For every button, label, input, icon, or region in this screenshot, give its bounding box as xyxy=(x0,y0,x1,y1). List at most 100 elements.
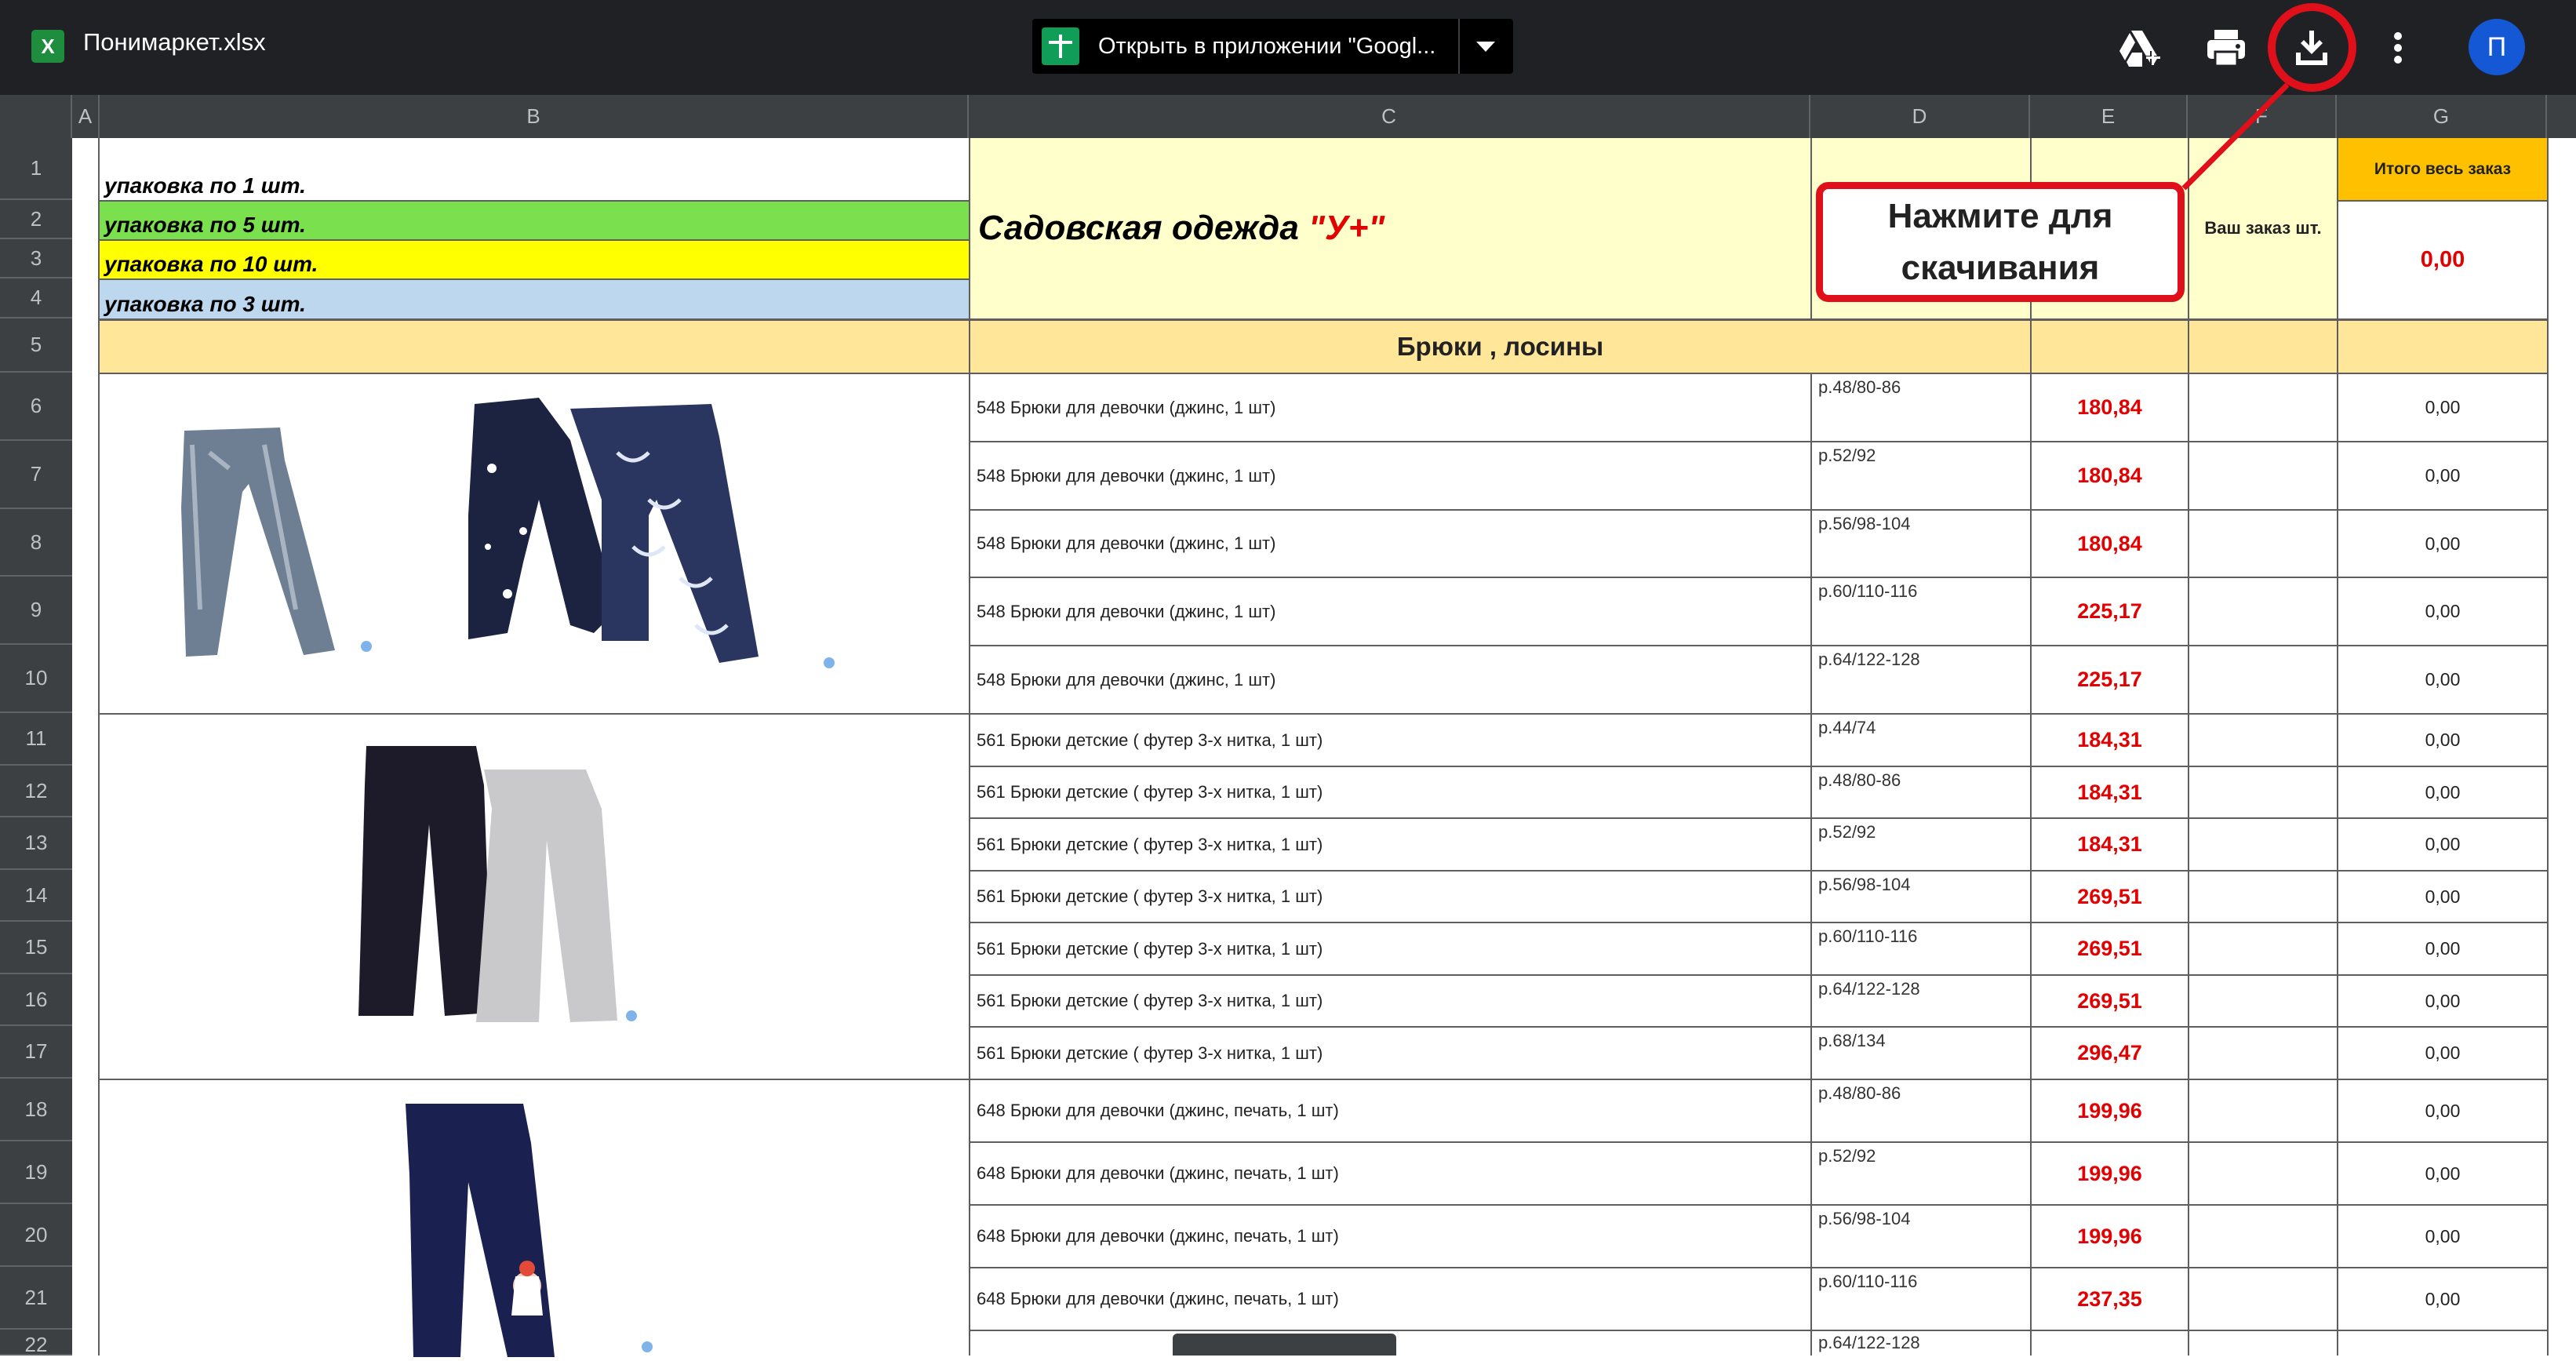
column-header-g[interactable]: G xyxy=(2337,95,2547,138)
column-header-b[interactable]: B xyxy=(100,95,969,138)
product-name[interactable]: 548 Брюки для девочки (джинс, 1 шт) xyxy=(969,577,1810,645)
product-name[interactable]: 548 Брюки для девочки (джинс, 1 шт) xyxy=(969,645,1810,713)
order-quantity-cell[interactable] xyxy=(2188,1204,2337,1267)
section-band-b[interactable] xyxy=(100,318,978,373)
product-price[interactable]: 184,31 xyxy=(2030,817,2188,870)
product-price[interactable]: 269,51 xyxy=(2030,922,2188,974)
product-size[interactable]: р.48/80-86 xyxy=(1810,766,2030,817)
product-price[interactable]: 225,17 xyxy=(2030,577,2188,645)
row-total[interactable]: 0,00 xyxy=(2337,713,2547,766)
section-title[interactable]: Брюки , лосины xyxy=(969,318,2030,373)
order-quantity-cell[interactable] xyxy=(2188,645,2337,713)
more-vert-icon[interactable] xyxy=(2374,24,2421,71)
product-name[interactable]: 561 Брюки детские ( футер 3-х нитка, 1 ш… xyxy=(969,713,1810,766)
product-price[interactable]: 184,31 xyxy=(2030,713,2188,766)
legend-pack-1[interactable]: упаковка по 1 шт. xyxy=(100,138,969,200)
product-size[interactable]: р.44/74 xyxy=(1810,713,2030,766)
row-total[interactable]: 0,00 xyxy=(2337,441,2547,509)
legend-pack-3[interactable]: упаковка по 3 шт. xyxy=(100,278,969,318)
product-price[interactable]: 180,84 xyxy=(2030,509,2188,577)
row-header-16[interactable]: 16 xyxy=(0,974,72,1026)
row-header-9[interactable]: 9 xyxy=(0,577,72,645)
product-name[interactable]: 648 Брюки для девочки (джинс, печать, 1 … xyxy=(969,1204,1810,1267)
product-price[interactable]: 225,17 xyxy=(2030,645,2188,713)
product-size[interactable]: р.64/122-128 xyxy=(1810,1330,2030,1356)
select-all-corner[interactable] xyxy=(0,95,72,138)
row-header-21[interactable]: 21 xyxy=(0,1267,72,1330)
row-header-19[interactable]: 19 xyxy=(0,1141,72,1204)
row-total[interactable] xyxy=(2337,1330,2547,1356)
order-quantity-cell[interactable] xyxy=(2188,441,2337,509)
add-to-drive-icon[interactable] xyxy=(2116,24,2163,71)
print-icon[interactable] xyxy=(2203,24,2250,71)
row-header-18[interactable]: 18 xyxy=(0,1079,72,1141)
row-header-17[interactable]: 17 xyxy=(0,1026,72,1079)
row-total[interactable]: 0,00 xyxy=(2337,373,2547,441)
product-name[interactable]: 648 Брюки для девочки (джинс, печать, 1 … xyxy=(969,1079,1810,1141)
sheet-title[interactable]: Садовская одежда "У+" xyxy=(969,138,1810,318)
row-header-1[interactable]: 1 xyxy=(0,138,72,200)
row-header-7[interactable]: 7 xyxy=(0,441,72,509)
product-price[interactable]: 296,47 xyxy=(2030,1026,2188,1079)
section-band-f[interactable] xyxy=(2188,318,2337,373)
product-size[interactable]: р.48/80-86 xyxy=(1810,373,2030,441)
order-quantity-cell[interactable] xyxy=(2188,1141,2337,1204)
row-total[interactable]: 0,00 xyxy=(2337,817,2547,870)
row-header-10[interactable]: 10 xyxy=(0,645,72,713)
grand-total-label[interactable]: Итого весь заказ xyxy=(2337,138,2547,200)
row-header-12[interactable]: 12 xyxy=(0,766,72,817)
product-name[interactable]: 648 Брюки для девочки (джинс, печать, 1 … xyxy=(969,1267,1810,1330)
product-size[interactable]: р.48/80-86 xyxy=(1810,1079,2030,1141)
product-name[interactable]: 561 Брюки детские ( футер 3-х нитка, 1 ш… xyxy=(969,817,1810,870)
row-header-13[interactable]: 13 xyxy=(0,817,72,870)
product-size[interactable]: р.52/92 xyxy=(1810,817,2030,870)
row-total[interactable]: 0,00 xyxy=(2337,1141,2547,1204)
product-price[interactable]: 180,84 xyxy=(2030,373,2188,441)
product-price[interactable]: 269,51 xyxy=(2030,974,2188,1026)
row-total[interactable]: 0,00 xyxy=(2337,974,2547,1026)
product-price[interactable]: 184,31 xyxy=(2030,766,2188,817)
product-size[interactable]: р.56/98-104 xyxy=(1810,509,2030,577)
product-name[interactable]: 561 Брюки детские ( футер 3-х нитка, 1 ш… xyxy=(969,922,1810,974)
row-header-20[interactable]: 20 xyxy=(0,1204,72,1267)
product-size[interactable]: р.60/110-116 xyxy=(1810,922,2030,974)
product-price[interactable]: 199,96 xyxy=(2030,1204,2188,1267)
order-quantity-cell[interactable] xyxy=(2188,1079,2337,1141)
order-quantity-cell[interactable] xyxy=(2188,1330,2337,1356)
grand-total-value[interactable]: 0,00 xyxy=(2337,200,2547,318)
product-image-648[interactable] xyxy=(100,1079,969,1357)
product-image-561[interactable] xyxy=(100,713,969,1079)
product-size[interactable]: р.64/122-128 xyxy=(1810,974,2030,1026)
column-header-c[interactable]: C xyxy=(969,95,1810,138)
product-price[interactable] xyxy=(2030,1330,2188,1356)
product-price[interactable]: 199,96 xyxy=(2030,1141,2188,1204)
row-header-4[interactable]: 4 xyxy=(0,278,72,318)
product-size[interactable]: р.52/92 xyxy=(1810,1141,2030,1204)
order-quantity-cell[interactable] xyxy=(2188,1267,2337,1330)
product-name[interactable]: 548 Брюки для девочки (джинс, 1 шт) xyxy=(969,441,1810,509)
product-price[interactable]: 199,96 xyxy=(2030,1079,2188,1141)
row-total[interactable]: 0,00 xyxy=(2337,870,2547,922)
order-quantity-cell[interactable] xyxy=(2188,974,2337,1026)
product-name[interactable]: 548 Брюки для девочки (джинс, 1 шт) xyxy=(969,373,1810,441)
product-price[interactable]: 269,51 xyxy=(2030,870,2188,922)
order-quantity-cell[interactable] xyxy=(2188,870,2337,922)
product-size[interactable]: р.64/122-128 xyxy=(1810,645,2030,713)
chevron-down-icon[interactable] xyxy=(1476,42,1495,52)
product-name[interactable]: 561 Брюки детские ( футер 3-х нитка, 1 ш… xyxy=(969,974,1810,1026)
product-price[interactable]: 237,35 xyxy=(2030,1267,2188,1330)
order-quantity-cell[interactable] xyxy=(2188,373,2337,441)
row-total[interactable]: 0,00 xyxy=(2337,577,2547,645)
order-quantity-cell[interactable] xyxy=(2188,577,2337,645)
row-total[interactable]: 0,00 xyxy=(2337,1079,2547,1141)
column-header-e[interactable]: E xyxy=(2030,95,2188,138)
column-a-cells[interactable] xyxy=(72,138,100,1356)
order-quantity-cell[interactable] xyxy=(2188,922,2337,974)
row-header-22[interactable]: 22 xyxy=(0,1330,72,1356)
row-total[interactable]: 0,00 xyxy=(2337,922,2547,974)
open-in-app-button[interactable]: Открыть в приложении "Googl... xyxy=(1032,19,1513,74)
product-name[interactable]: 648 Брюки для девочки (джинс, печать, 1 … xyxy=(969,1141,1810,1204)
column-header-a[interactable]: A xyxy=(72,95,100,138)
product-name[interactable]: 561 Брюки детские ( футер 3-х нитка, 1 ш… xyxy=(969,870,1810,922)
row-total[interactable]: 0,00 xyxy=(2337,509,2547,577)
